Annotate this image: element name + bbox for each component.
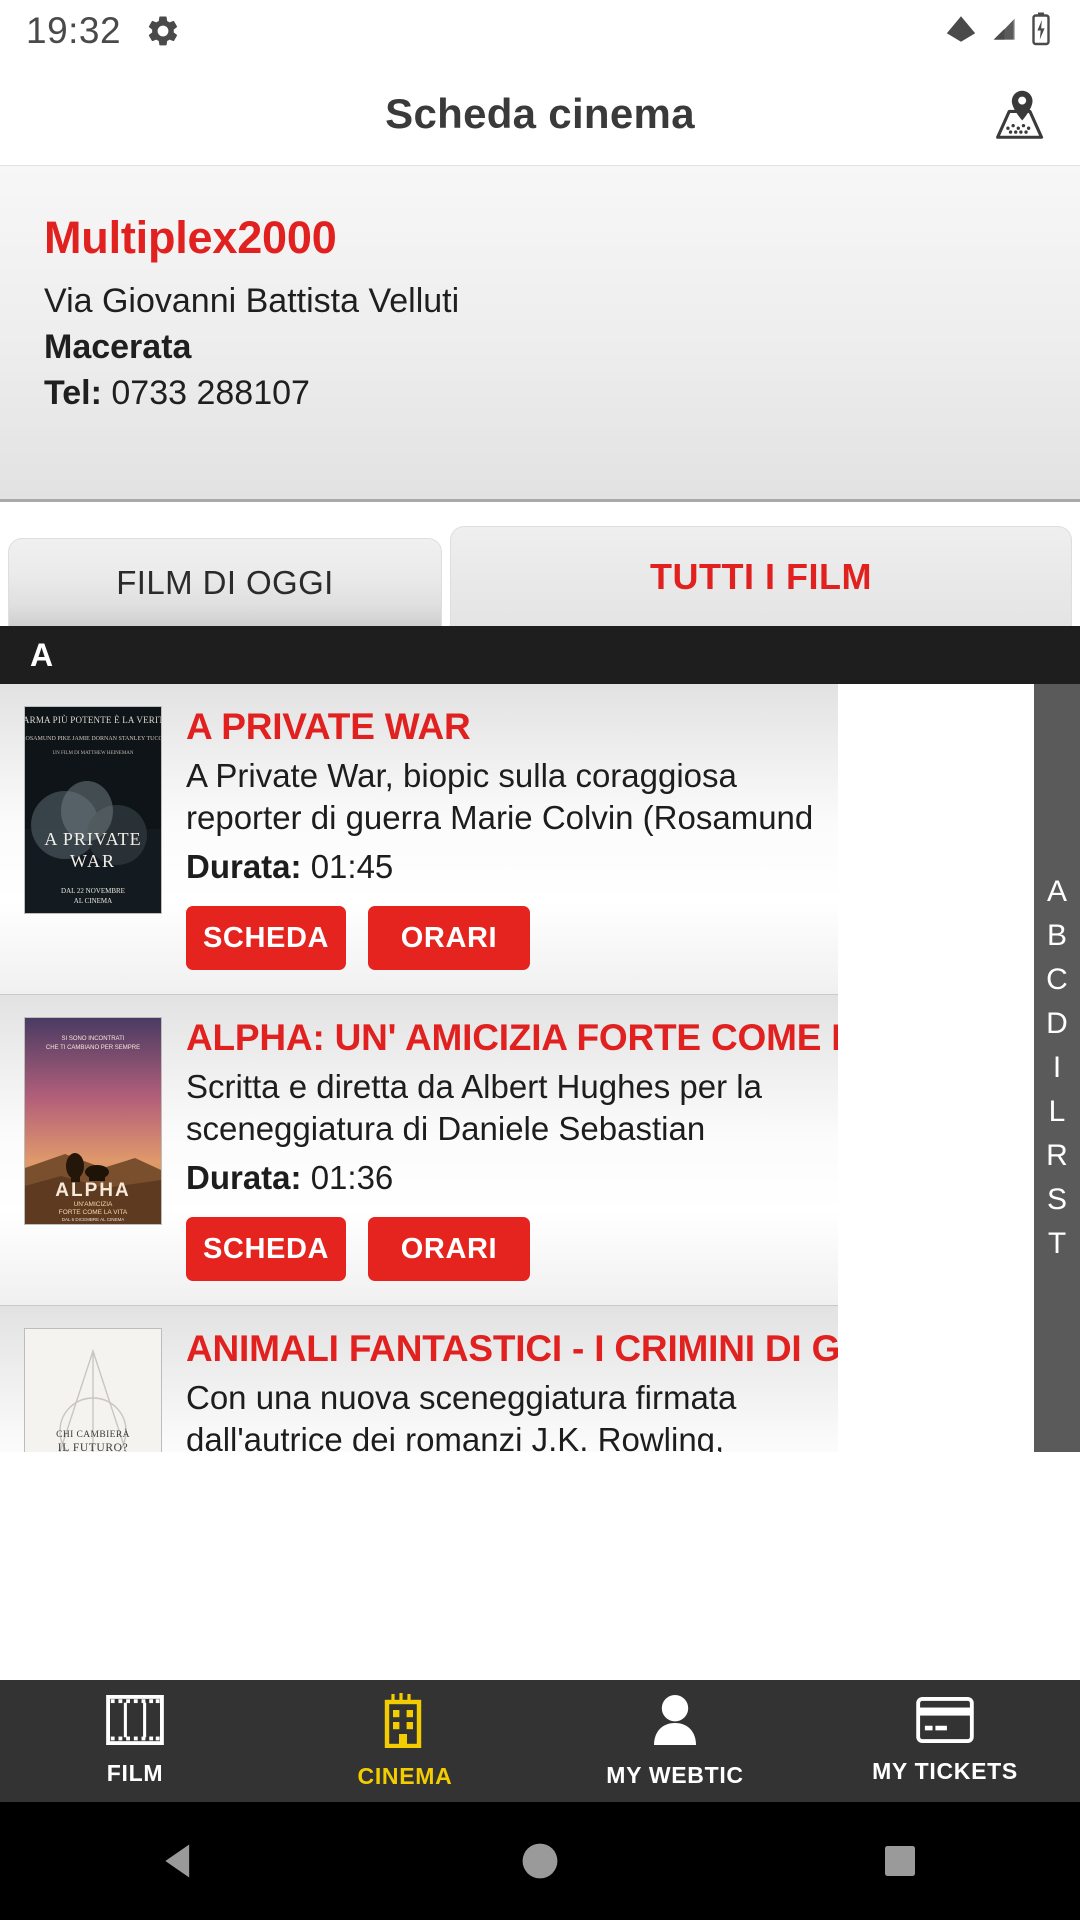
scheda-button[interactable]: SCHEDA <box>186 906 346 970</box>
svg-text:UN FILM DI MATTHEW HEINEMAN: UN FILM DI MATTHEW HEINEMAN <box>52 751 133 756</box>
svg-text:AL CINEMA: AL CINEMA <box>74 897 112 905</box>
alpha-index-letter[interactable]: T <box>1048 1222 1066 1266</box>
film-poster[interactable]: SI SONO INCONTRATI CHE TI CAMBIANO PER S… <box>24 1017 162 1225</box>
cinema-details: Via Giovanni Battista Velluti Macerata T… <box>0 264 1080 417</box>
svg-text:WAR: WAR <box>70 851 116 871</box>
person-icon <box>650 1693 700 1752</box>
film-title[interactable]: ALPHA: UN' AMICIZIA FORTE COME LA VITA <box>186 1017 838 1059</box>
list-item[interactable]: CHI CAMBIERÀ IL FUTURO? ANIMALI FANTASTI… <box>0 1306 838 1452</box>
nav-item-cinema-label: CINEMA <box>357 1763 453 1789</box>
battery-charging-icon <box>1028 11 1054 52</box>
film-poster[interactable]: L'ARMA PIÙ POTENTE È LA VERITÀ ROSAMUND … <box>24 706 162 914</box>
nav-item-my-tickets-label: MY TICKETS <box>872 1758 1018 1784</box>
film-actions: SCHEDA ORARI <box>186 1217 838 1281</box>
status-bar-indicators <box>944 11 1054 52</box>
film-duration-value: 01:36 <box>310 1159 394 1196</box>
system-home-button[interactable] <box>430 1839 650 1883</box>
film-details: ANIMALI FANTASTICI - I CRIMINI DI GRINDE… <box>162 1328 838 1452</box>
svg-text:SI SONO INCONTRATI: SI SONO INCONTRATI <box>62 1036 125 1042</box>
tab-tutti-i-film-label: TUTTI I FILM <box>650 555 872 597</box>
alpha-index-letter[interactable]: R <box>1046 1134 1068 1178</box>
cinema-address: Via Giovanni Battista Velluti <box>44 282 460 320</box>
list-item[interactable]: L'ARMA PIÙ POTENTE È LA VERITÀ ROSAMUND … <box>0 684 838 995</box>
alpha-index-letter[interactable]: I <box>1053 1046 1061 1090</box>
orari-button[interactable]: ORARI <box>368 906 530 970</box>
film-description: Con una nuova sceneggiatura firmata dall… <box>186 1379 737 1452</box>
credit-card-icon <box>916 1697 974 1748</box>
tab-film-di-oggi[interactable]: FILM DI OGGI <box>8 538 442 626</box>
tab-film-di-oggi-label: FILM DI OGGI <box>116 563 334 601</box>
nav-item-cinema[interactable]: CINEMA <box>270 1680 540 1802</box>
section-header-a: A <box>0 626 1080 684</box>
svg-text:FORTE COME LA VITA: FORTE COME LA VITA <box>59 1209 128 1216</box>
orari-button[interactable]: ORARI <box>368 1217 530 1281</box>
nav-item-film-label: FILM <box>106 1760 164 1786</box>
svg-text:ROSAMUND PIKE JAMIE DORNAN S: ROSAMUND PIKE JAMIE DORNAN STANLEY TUCCI <box>25 736 161 742</box>
alpha-index-letter[interactable]: D <box>1046 1002 1068 1046</box>
film-actions: SCHEDA ORARI <box>186 906 838 970</box>
nav-item-my-webtic[interactable]: MY WEBTIC <box>540 1680 810 1802</box>
film-title[interactable]: A PRIVATE WAR <box>186 706 838 748</box>
alpha-index-letter[interactable]: C <box>1046 958 1068 1002</box>
cinema-phone-label: Tel: <box>44 374 102 413</box>
svg-text:IL FUTURO?: IL FUTURO? <box>58 1442 128 1452</box>
nav-item-film[interactable]: FILM <box>0 1680 270 1802</box>
film-strip-icon <box>106 1695 164 1750</box>
nav-item-my-webtic-label: MY WEBTIC <box>606 1762 744 1788</box>
page-title: Scheda cinema <box>385 89 695 137</box>
film-details: A PRIVATE WAR A Private War, biopic sull… <box>162 706 838 970</box>
svg-text:UN'AMICIZIA: UN'AMICIZIA <box>74 1201 113 1208</box>
cinema-phone-number: 0733 288107 <box>111 374 310 413</box>
film-duration-label: Durata: <box>186 848 302 885</box>
system-recents-button[interactable] <box>790 1841 1010 1881</box>
tab-tutti-i-film[interactable]: TUTTI I FILM <box>450 526 1072 626</box>
film-duration-label: Durata: <box>186 1159 302 1196</box>
svg-text:A PRIVATE: A PRIVATE <box>44 829 141 849</box>
film-duration-row: Durata: 01:36 <box>186 1159 838 1197</box>
film-details: ALPHA: UN' AMICIZIA FORTE COME LA VITA S… <box>162 1017 838 1281</box>
svg-text:CHI CAMBIERÀ: CHI CAMBIERÀ <box>56 1428 130 1440</box>
signal-icon <box>987 13 1019 50</box>
system-navigation-bar <box>0 1802 1080 1920</box>
status-bar: 19:32 <box>0 0 1080 62</box>
cinema-building-icon <box>379 1692 431 1753</box>
alpha-index-letter[interactable]: S <box>1047 1178 1067 1222</box>
film-poster[interactable]: CHI CAMBIERÀ IL FUTURO? ANIMALI FANTASTI… <box>24 1328 162 1452</box>
gear-icon <box>145 13 181 49</box>
film-description: Scritta e diretta da Albert Hughes per l… <box>186 1068 762 1147</box>
cinema-name: Multiplex2000 <box>44 212 337 263</box>
nav-item-my-tickets[interactable]: MY TICKETS <box>810 1680 1080 1802</box>
film-list[interactable]: A L'ARMA PIÙ POTENTE È LA VERITÀ ROSAMUN… <box>0 626 1080 1452</box>
cinema-city: Macerata <box>44 328 192 367</box>
cinema-phone-row: Tel: 0733 288107 <box>44 370 1080 416</box>
status-bar-clock: 19:32 <box>26 10 122 51</box>
film-title[interactable]: ANIMALI FANTASTICI - I CRIMINI DI GRINDE <box>186 1328 838 1370</box>
bottom-navigation-bar: FILM CINEMA MY WEBTIC MY TICKETS <box>0 1680 1080 1802</box>
svg-text:CHE TI CAMBIANO PER SEMPRE: CHE TI CAMBIANO PER SEMPRE <box>46 1045 140 1051</box>
svg-text:DAL 22 NOVEMBRE: DAL 22 NOVEMBRE <box>61 887 125 895</box>
film-description: A Private War, biopic sulla coraggiosa r… <box>186 757 814 836</box>
app-bar: Scheda cinema <box>0 62 1080 166</box>
alpha-index-letter[interactable]: L <box>1049 1090 1066 1134</box>
section-header-letter: A <box>30 636 54 673</box>
app-screen: 19:32 Scheda cinema Multiplex2000 Via Gi… <box>0 0 1080 1920</box>
alphabet-index-scrubber[interactable]: A B C D I L R S T <box>1034 684 1080 1452</box>
cinema-info-card: Multiplex2000 Via Giovanni Battista Vell… <box>0 166 1080 502</box>
map-pin-location-icon[interactable] <box>986 83 1048 145</box>
system-back-button[interactable] <box>70 1839 290 1883</box>
alpha-index-letter[interactable]: B <box>1047 914 1067 958</box>
scheda-button[interactable]: SCHEDA <box>186 1217 346 1281</box>
wifi-icon <box>944 12 978 51</box>
list-item[interactable]: SI SONO INCONTRATI CHE TI CAMBIANO PER S… <box>0 995 838 1306</box>
svg-text:ALPHA: ALPHA <box>55 1180 130 1201</box>
film-duration-value: 01:45 <box>310 848 394 885</box>
tab-bar: FILM DI OGGI TUTTI I FILM <box>0 502 1080 626</box>
alpha-index-letter[interactable]: A <box>1047 870 1067 914</box>
svg-text:DAL 6 DICEMBRE AL CINEMA: DAL 6 DICEMBRE AL CINEMA <box>62 1217 124 1222</box>
svg-text:L'ARMA PIÙ POTENTE È LA VERITÀ: L'ARMA PIÙ POTENTE È LA VERITÀ <box>25 715 161 725</box>
film-duration-row: Durata: 01:45 <box>186 848 838 886</box>
